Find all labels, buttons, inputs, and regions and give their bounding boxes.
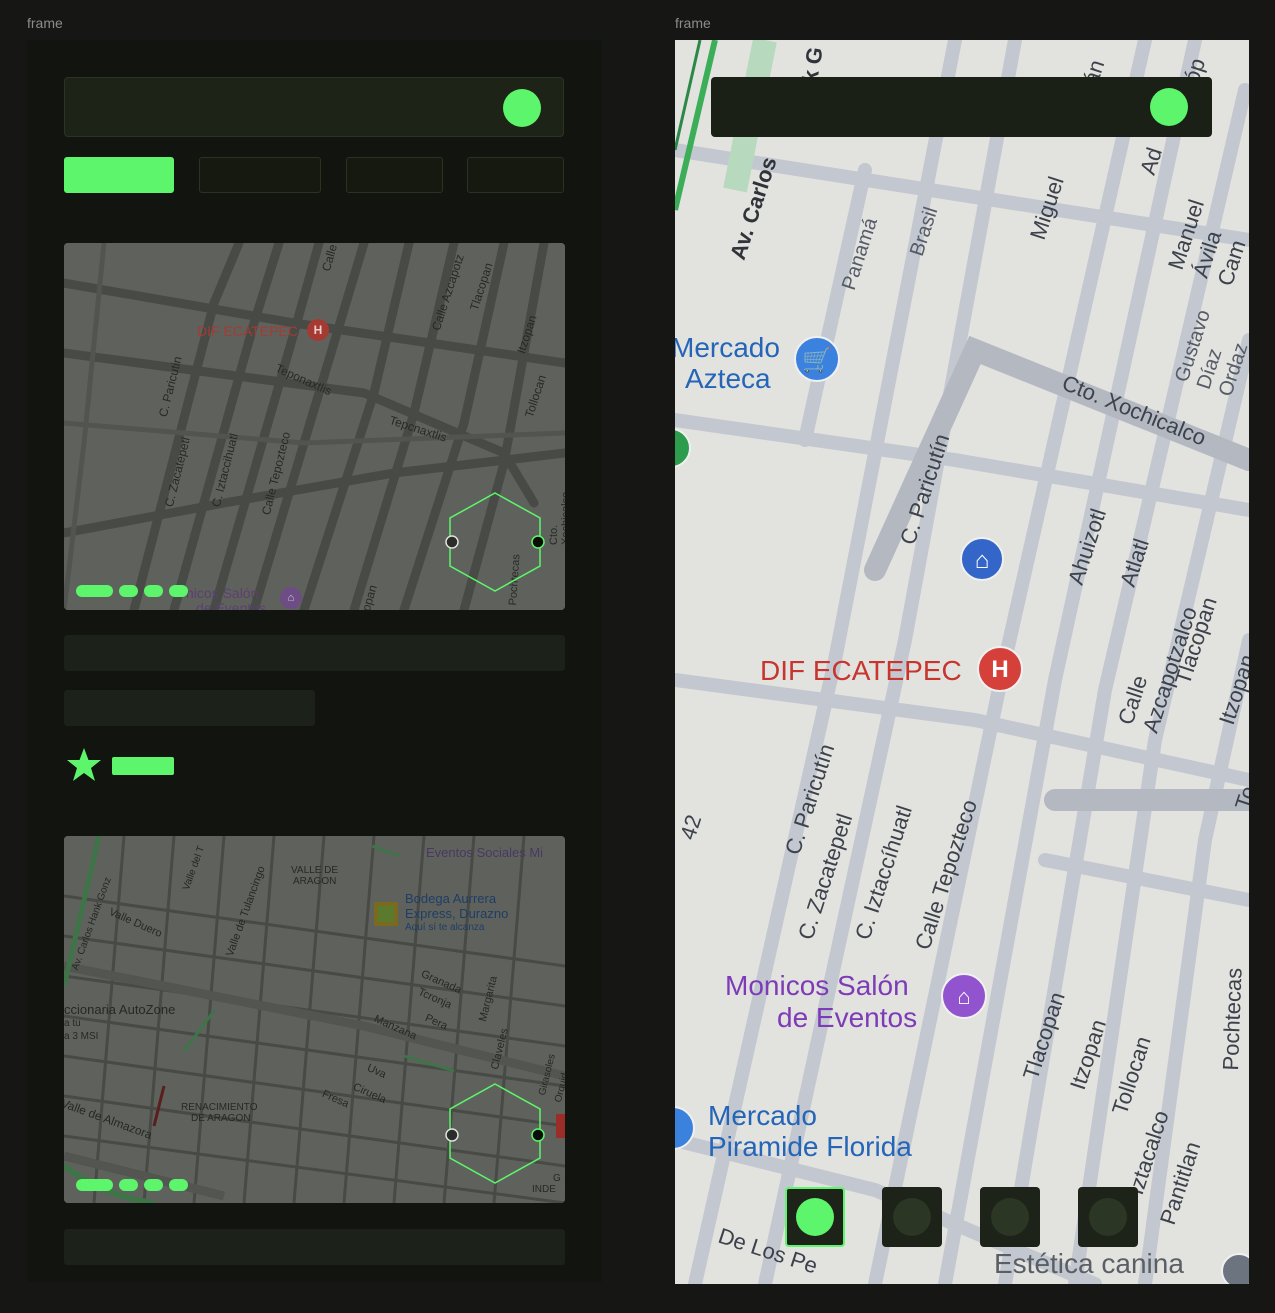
pagination-pill-b3[interactable] — [144, 1179, 163, 1191]
pagination-pill-b4[interactable] — [169, 1179, 188, 1191]
street-itzopan: Itzopan — [1065, 1016, 1112, 1093]
subtitle-placeholder — [64, 690, 315, 726]
hexagon-overlay-2[interactable] — [449, 1083, 541, 1184]
poi-mercado-piramide-1: Mercado — [708, 1100, 817, 1131]
pagination-pill-2[interactable] — [119, 585, 138, 597]
frame-right: Mercado Azteca 🛒 Av. Carlos k G Panamá B… — [675, 40, 1249, 1284]
poi-mercado-piramide-2: Piramide Florida — [708, 1131, 912, 1162]
street-ad: Ad — [1135, 144, 1168, 178]
map-full-labels: Mercado Azteca 🛒 Av. Carlos k G Panamá B… — [675, 40, 1249, 1284]
poi-monicos-1: Monicos Salón — [725, 970, 909, 1001]
nav-button-4-indicator — [1089, 1198, 1127, 1236]
pagination-pill-b2[interactable] — [119, 1179, 138, 1191]
venue-icon-large[interactable]: ⌂ — [941, 973, 987, 1019]
map-top-overlay — [445, 492, 545, 592]
nav-button-3[interactable] — [980, 1187, 1040, 1247]
street-itzopan-top: Itzopan — [1214, 651, 1249, 728]
poi-monicos-2: de Eventos — [777, 1002, 918, 1033]
street-tepozteco: Calle Tepozteco — [910, 796, 983, 953]
street-brasil: Brasil — [906, 204, 943, 259]
street-manuel: Manuel Ávila Cam — [1163, 196, 1249, 289]
street-pochtecas: Pochtecas — [1218, 967, 1247, 1071]
nav-button-4[interactable] — [1078, 1187, 1138, 1247]
map-card-bottom[interactable]: Eventos Sociales Mi VALLE DE ARAGON Bode… — [64, 836, 565, 1203]
poi-marker-partial[interactable] — [675, 1106, 695, 1150]
street-panama: Panamá — [838, 215, 882, 293]
home-icon[interactable]: ⌂ — [960, 537, 1004, 581]
shopping-cart-icon[interactable]: 🛒 — [794, 336, 840, 382]
frame-label-right: frame — [675, 15, 711, 31]
pagination-pill-4[interactable] — [169, 585, 188, 597]
footer-placeholder — [64, 1229, 565, 1265]
star-icon[interactable] — [65, 746, 103, 784]
search-bar[interactable] — [64, 77, 564, 137]
nav-button-3-indicator — [991, 1198, 1029, 1236]
street-av-carlos: Av. Carlos — [725, 153, 782, 263]
pagination-pill-1[interactable] — [76, 585, 113, 597]
nav-button-2-indicator — [893, 1198, 931, 1236]
street-paricutin-top: C. Paricutín — [895, 430, 955, 548]
street-ahuizotl: Ahuizotl — [1063, 505, 1111, 588]
street-tollocan: Tollocan — [1107, 1033, 1156, 1118]
poi-mercado-azteca-2: Azteca — [685, 363, 771, 394]
street-tlacopan: Tlacopan — [1018, 988, 1070, 1083]
search-bar-overlay[interactable] — [711, 77, 1212, 137]
poi-marker-partial-green[interactable] — [675, 428, 691, 468]
poi-estetica: Estética canina — [994, 1248, 1184, 1279]
nav-button-1-indicator — [796, 1198, 834, 1236]
title-placeholder — [64, 635, 565, 671]
nav-button-2[interactable] — [882, 1187, 942, 1247]
map-card-top[interactable]: DIF ECATEPEC H Teponaxtlis Tepcnaxtlis C… — [64, 243, 565, 610]
street-miguel: Miguel — [1025, 173, 1069, 243]
search-action-button[interactable] — [503, 89, 541, 127]
search-action-button-overlay[interactable] — [1150, 88, 1188, 126]
street-to: To — [1230, 782, 1249, 813]
street-atlatl: Atlatl — [1115, 535, 1154, 590]
rating-bar — [112, 757, 174, 775]
street-gustavo: Gustavo Díaz Ordaz — [1171, 307, 1249, 400]
hospital-icon-large[interactable]: H — [977, 646, 1023, 692]
tab-4[interactable] — [467, 157, 564, 193]
pagination-pill-3[interactable] — [144, 585, 163, 597]
tab-3[interactable] — [346, 157, 443, 193]
handle-right-2[interactable] — [531, 1128, 545, 1142]
poi-marker-partial-grey[interactable] — [1221, 1253, 1249, 1284]
street-iztaccihuatl: C. Iztaccíhuatl — [850, 802, 917, 943]
poi-dif: DIF ECATEPEC — [760, 655, 962, 686]
handle-left[interactable] — [445, 535, 459, 549]
poi-mercado-azteca-1: Mercado — [675, 332, 780, 363]
map-bottom-overlay — [445, 1083, 545, 1184]
hexagon-overlay[interactable] — [449, 492, 541, 592]
handle-right[interactable] — [531, 535, 545, 549]
frame-left: DIF ECATEPEC H Teponaxtlis Tepcnaxtlis C… — [27, 40, 602, 1282]
tab-1[interactable] — [64, 157, 174, 193]
handle-left-2[interactable] — [445, 1128, 459, 1142]
nav-button-1[interactable] — [785, 1187, 845, 1247]
pagination-pill-b1[interactable] — [76, 1179, 113, 1191]
frame-label-left: frame — [27, 15, 63, 31]
tab-2[interactable] — [199, 157, 321, 193]
street-42: 42 — [675, 811, 707, 843]
